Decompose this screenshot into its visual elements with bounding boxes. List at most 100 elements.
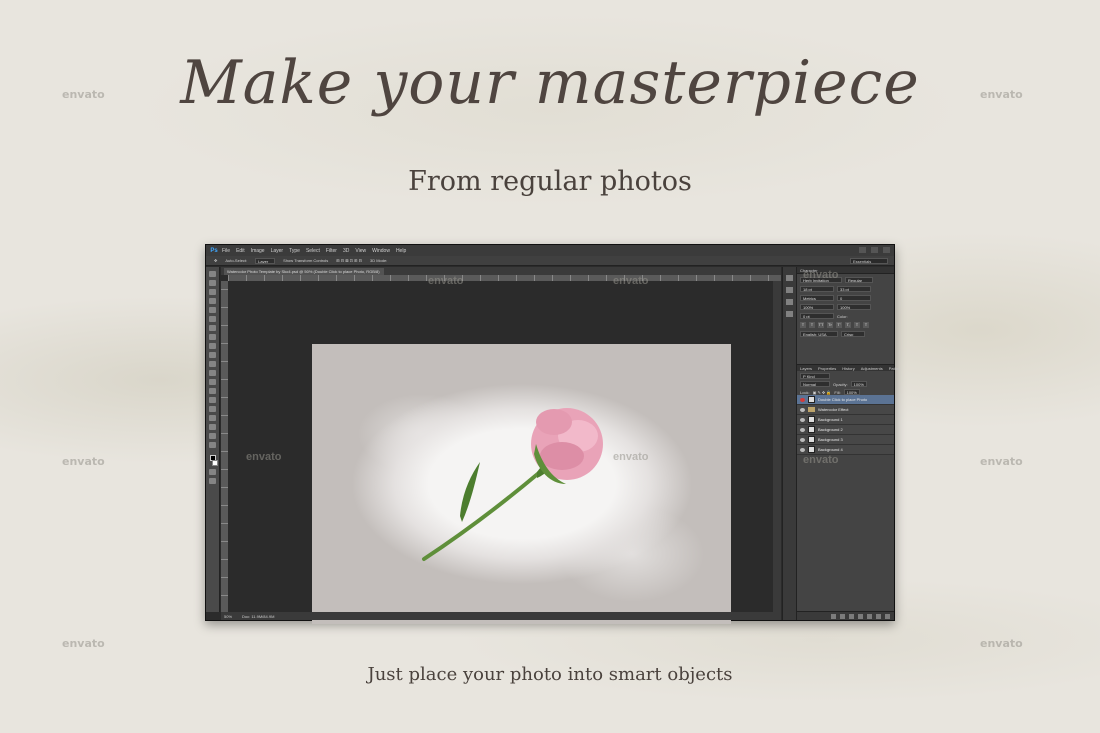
faux-italic-button[interactable]: T <box>809 322 815 328</box>
opacity-field[interactable]: 100% <box>850 381 867 387</box>
layer-style-icon[interactable] <box>840 613 845 619</box>
link-layers-icon[interactable] <box>831 613 836 619</box>
superscript-button[interactable]: T' <box>836 322 842 328</box>
small-caps-button[interactable]: Tr <box>827 322 833 328</box>
vertical-scrollbar[interactable] <box>773 281 781 614</box>
layer-name: Background 2 <box>818 427 843 432</box>
auto-select-dropdown[interactable]: Layer <box>255 257 276 264</box>
menu-filter[interactable]: Filter <box>326 248 337 254</box>
tab-history[interactable]: History <box>842 365 854 371</box>
layer-row[interactable]: Watercolor Effect <box>797 405 894 415</box>
hand-tool-icon[interactable] <box>209 433 216 439</box>
zoom-tool-icon[interactable] <box>209 442 216 448</box>
quick-mask-icon[interactable] <box>209 469 216 475</box>
layer-row[interactable]: Double Click to place Photo <box>797 395 894 405</box>
menu-view[interactable]: View <box>355 248 366 254</box>
canvas-area[interactable]: envato envato envato envato <box>228 275 773 624</box>
delete-layer-icon[interactable] <box>885 613 890 619</box>
visibility-eye-icon[interactable] <box>800 417 805 422</box>
quick-select-tool-icon[interactable] <box>209 298 216 304</box>
menu-type[interactable]: Type <box>289 248 300 254</box>
background-color-swatch[interactable] <box>212 460 218 466</box>
underline-button[interactable]: T <box>854 322 860 328</box>
eyedropper-tool-icon[interactable] <box>209 316 216 322</box>
menu-image[interactable]: Image <box>251 248 265 254</box>
visibility-eye-icon[interactable] <box>800 447 805 452</box>
layer-row[interactable]: Background 2 <box>797 425 894 435</box>
font-size-field[interactable]: 18 pt <box>800 286 834 292</box>
blur-tool-icon[interactable] <box>209 379 216 385</box>
fill-field[interactable]: 100% <box>843 389 860 395</box>
shape-tool-icon[interactable] <box>209 424 216 430</box>
type-tool-icon[interactable] <box>209 406 216 412</box>
close-icon[interactable] <box>883 247 890 253</box>
font-style-select[interactable]: Regular <box>845 277 873 283</box>
lock-icons[interactable]: ▣ ✎ ✥ 🔒 <box>813 390 832 395</box>
dodge-tool-icon[interactable] <box>209 388 216 394</box>
align-icons[interactable]: ⊞ ⊟ ⊠ ⊡ ⊞ ⊟ <box>336 258 362 263</box>
tab-properties[interactable]: Properties <box>818 365 836 371</box>
tab-adjustments[interactable]: Adjustments <box>861 365 883 371</box>
path-select-tool-icon[interactable] <box>209 415 216 421</box>
leading-field[interactable]: 33 pt <box>837 286 871 292</box>
new-group-icon[interactable] <box>867 613 872 619</box>
strikethrough-button[interactable]: T <box>863 322 869 328</box>
menu-select[interactable]: Select <box>306 248 320 254</box>
history-brush-tool-icon[interactable] <box>209 352 216 358</box>
show-transform-controls-checkbox[interactable]: Show Transform Controls <box>283 258 328 263</box>
healing-tool-icon[interactable] <box>209 325 216 331</box>
zoom-level[interactable]: 50% <box>224 614 232 619</box>
document-tab[interactable]: Watercolor Photo Template by Sko4.psd @ … <box>224 268 384 275</box>
properties-panel-icon[interactable] <box>786 287 793 293</box>
menu-file[interactable]: File <box>222 248 230 254</box>
antialias-select[interactable]: Crisp <box>841 331 865 337</box>
minimize-icon[interactable] <box>859 247 866 253</box>
horizontal-scale-field[interactable]: 100% <box>837 304 871 310</box>
blend-mode-select[interactable]: Normal <box>800 381 830 387</box>
eraser-tool-icon[interactable] <box>209 361 216 367</box>
kerning-field[interactable]: Metrics <box>800 295 834 301</box>
subscript-button[interactable]: T, <box>845 322 851 328</box>
tracking-field[interactable]: 0 <box>837 295 871 301</box>
document-canvas[interactable] <box>312 344 731 624</box>
stamp-tool-icon[interactable] <box>209 343 216 349</box>
language-select[interactable]: English: USA <box>800 331 838 337</box>
maximize-icon[interactable] <box>871 247 878 253</box>
visibility-eye-icon[interactable] <box>800 397 805 402</box>
menu-layer[interactable]: Layer <box>271 248 284 254</box>
layer-filter-select[interactable]: P Kind <box>800 373 830 379</box>
menu-window[interactable]: Window <box>372 248 390 254</box>
visibility-eye-icon[interactable] <box>800 437 805 442</box>
brush-tool-icon[interactable] <box>209 334 216 340</box>
add-mask-icon[interactable] <box>849 613 854 619</box>
workspace-dropdown[interactable]: Essentials <box>850 258 888 264</box>
move-tool-icon[interactable] <box>209 271 216 277</box>
tools-presets-icon[interactable] <box>786 311 793 317</box>
menu-help[interactable]: Help <box>396 248 406 254</box>
pen-tool-icon[interactable] <box>209 397 216 403</box>
layer-row[interactable]: Background 3 <box>797 435 894 445</box>
history-panel-icon[interactable] <box>786 275 793 281</box>
visibility-eye-icon[interactable] <box>800 407 805 412</box>
faux-bold-button[interactable]: T <box>800 322 806 328</box>
visibility-eye-icon[interactable] <box>800 427 805 432</box>
baseline-field[interactable]: 0 pt <box>800 313 834 319</box>
menu-edit[interactable]: Edit <box>236 248 245 254</box>
tab-layers[interactable]: Layers <box>800 365 812 371</box>
screen-mode-icon[interactable] <box>209 478 216 484</box>
watermark: envato <box>62 637 105 650</box>
auto-select-label[interactable]: Auto-Select: <box>225 258 247 263</box>
vertical-scale-field[interactable]: 100% <box>800 304 834 310</box>
crop-tool-icon[interactable] <box>209 307 216 313</box>
tab-paths[interactable]: Paths <box>889 365 899 371</box>
new-layer-icon[interactable] <box>876 613 881 619</box>
paragraph-panel-icon[interactable] <box>786 299 793 305</box>
layer-row[interactable]: Background 1 <box>797 415 894 425</box>
all-caps-button[interactable]: TT <box>818 322 824 328</box>
adjustment-layer-icon[interactable] <box>858 613 863 619</box>
gradient-tool-icon[interactable] <box>209 370 216 376</box>
menu-3d[interactable]: 3D <box>343 248 349 254</box>
move-tool-icon[interactable]: ✥ <box>214 258 217 263</box>
marquee-tool-icon[interactable] <box>209 280 216 286</box>
lasso-tool-icon[interactable] <box>209 289 216 295</box>
